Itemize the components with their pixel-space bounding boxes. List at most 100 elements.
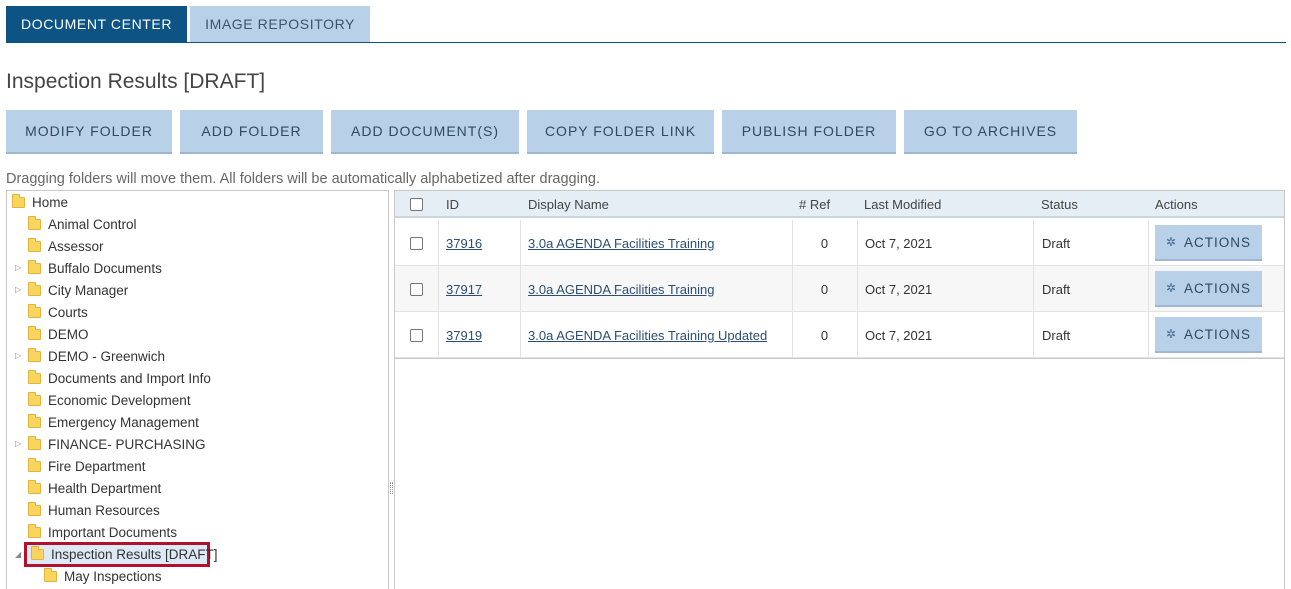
document-id-link[interactable]: 37917 [446,266,482,312]
actions-button[interactable]: ✲ ACTIONS [1155,225,1262,261]
tree-item-label: Inspection Results [DRAFT] [51,546,218,562]
tree-item[interactable]: DEMO - Greenwich [28,345,165,367]
tree-item-label: DEMO - Greenwich [48,348,166,364]
tree-item-label: Home [32,194,69,210]
header-status[interactable]: Status [1041,191,1078,218]
expand-icon[interactable]: ▷ [15,285,23,295]
expand-icon[interactable]: ▷ [15,439,23,449]
add-documents-button[interactable]: ADD DOCUMENT(S) [331,110,519,154]
tree-item[interactable]: Health Department [28,477,161,499]
header-last-modified[interactable]: Last Modified [864,191,941,218]
tree-item-label: City Manager [48,282,129,298]
ref-count: 0 [820,235,829,251]
folder-icon [28,303,41,318]
tree-item[interactable]: Emergency Management [28,411,199,433]
actions-button[interactable]: ✲ ACTIONS [1155,271,1262,307]
status-text: Draft [1042,327,1071,343]
tree-item-label: Economic Development [48,392,191,408]
expand-icon[interactable]: ▷ [15,263,23,273]
go-to-archives-button[interactable]: GO TO ARCHIVES [904,110,1077,154]
actions-cell: ✲ ACTIONS [1155,312,1262,358]
header-actions: Actions [1155,197,1198,212]
tree-item[interactable]: DEMO [28,323,89,345]
page-title: Inspection Results [DRAFT] [6,70,266,93]
document-id-link[interactable]: 37916 [446,220,482,266]
tree-item-label: Animal Control [48,216,137,232]
header-ref[interactable]: # Ref [799,191,830,218]
folder-icon [28,523,41,538]
tab-bar: DOCUMENT CENTER IMAGE REPOSITORY [6,6,373,42]
last-modified: Oct 7, 2021 [865,327,933,343]
grid-bottom-border [395,358,1284,359]
row-checkbox[interactable] [410,266,423,312]
select-all-checkbox[interactable] [410,191,423,218]
expand-icon[interactable]: ▷ [15,351,23,361]
row-checkbox[interactable] [410,220,423,266]
document-name-link[interactable]: 3.0a AGENDA Facilities Training [528,220,714,266]
last-modified: Oct 7, 2021 [865,235,933,251]
folder-icon [28,413,41,428]
actions-button[interactable]: ✲ ACTIONS [1155,317,1262,353]
folder-icon [28,457,41,472]
column-separator [520,312,521,358]
tree-item[interactable]: Animal Control [28,213,137,235]
row-checkbox[interactable] [410,312,423,358]
tree-item-label: Health Department [48,480,162,496]
document-id-link[interactable]: 37919 [446,312,482,358]
tree-item-home[interactable]: Home [12,191,68,213]
tree-item-label: Emergency Management [48,414,199,430]
tree-item-label: DEMO [48,326,89,342]
add-folder-button[interactable]: ADD FOLDER [180,110,323,154]
tree-item-label: Fire Department [48,458,146,474]
copy-folder-link-button[interactable]: COPY FOLDER LINK [527,110,714,154]
tree-item[interactable]: FINANCE- PURCHASING [28,433,206,455]
folder-icon [28,259,41,274]
column-separator [857,312,858,358]
tab-document-center[interactable]: DOCUMENT CENTER [6,6,188,42]
tree-item-may-inspections[interactable]: May Inspections [44,565,162,587]
table-row: 37917 3.0a AGENDA Facilities Training 0 Oct… [395,266,1284,312]
folder-icon [28,501,41,516]
folder-icon [44,567,57,582]
folder-icon [28,369,41,384]
column-separator [1033,266,1034,312]
tree-item-label: Buffalo Documents [48,260,162,276]
tree-item[interactable]: Human Resources [28,499,160,521]
publish-folder-button[interactable]: PUBLISH FOLDER [722,110,896,154]
modify-folder-button[interactable]: MODIFY FOLDER [6,110,172,154]
table-row: 37916 3.0a AGENDA Facilities Training 0 Oct… [395,220,1284,266]
tree-item[interactable]: Fire Department [28,455,146,477]
tree-item-inspection-results[interactable]: Inspection Results [DRAFT] [31,543,218,565]
actions-button-label: ACTIONS [1184,234,1252,250]
tree-item[interactable]: Courts [28,301,88,323]
splitter-grip-icon[interactable] [390,482,393,494]
tree-item-label: Courts [48,304,88,320]
column-separator [857,266,858,312]
collapse-icon[interactable]: ◢ [15,550,23,560]
header-id[interactable]: ID [446,191,459,218]
tree-item[interactable]: Documents and Import Info [28,367,211,389]
folder-icon [28,391,41,406]
folder-icon [28,237,41,252]
document-name-link[interactable]: 3.0a AGENDA Facilities Training [528,266,714,312]
tree-item[interactable]: Economic Development [28,389,191,411]
tab-divider [6,42,1286,43]
tab-image-repository[interactable]: IMAGE REPOSITORY [190,6,370,42]
column-separator [1148,220,1149,266]
actions-button-label: ACTIONS [1184,326,1252,342]
gear-icon: ✲ [1165,281,1178,295]
tree-item[interactable]: Assessor [28,235,104,257]
header-display-name[interactable]: Display Name [528,191,609,218]
tree-item[interactable]: Important Documents [28,521,177,543]
tree-item-label: Documents and Import Info [48,370,211,386]
tree-item[interactable]: City Manager [28,279,128,301]
column-separator [438,266,439,312]
actions-button-label: ACTIONS [1184,280,1252,296]
ref-count: 0 [820,281,829,297]
tree-item[interactable]: Buffalo Documents [28,257,162,279]
folder-icon [28,435,41,450]
tree-item-label: Assessor [48,238,104,254]
gear-icon: ✲ [1165,235,1178,249]
document-name-link[interactable]: 3.0a AGENDA Facilities Training Updated [528,312,767,358]
folder-icon [28,215,41,230]
